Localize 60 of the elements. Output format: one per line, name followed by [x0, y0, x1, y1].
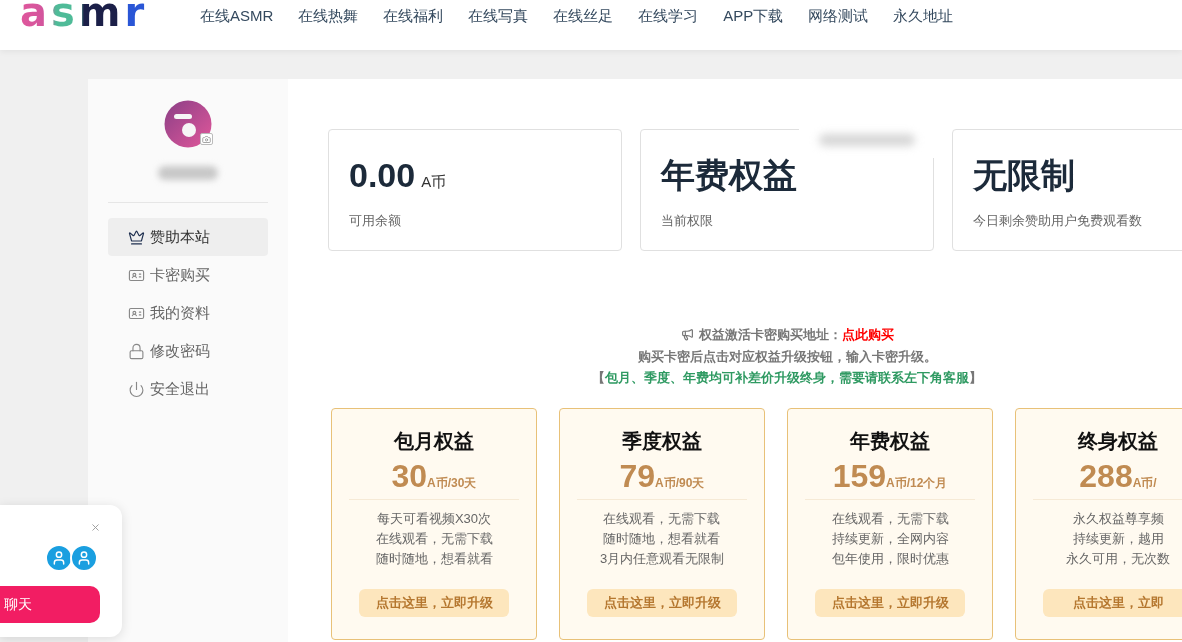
sidebar-menu-item[interactable]: 赞助本站 [108, 218, 268, 256]
plan-price: 79 [619, 456, 656, 495]
plan-unit: A币/12个月 [886, 475, 948, 492]
plan-feature: 永久权益尊享频 [1072, 509, 1164, 528]
stat-label: 可用余额 [349, 212, 402, 230]
plan-feature: 每天可看视频X30次 [376, 509, 492, 528]
sidebar-menu-item[interactable]: 安全退出 [108, 370, 268, 408]
plan-price: 288 [1079, 456, 1133, 495]
plan-feature: 3月内任意观看无限制 [599, 549, 725, 568]
crown-icon [128, 228, 145, 246]
plan-title: 年费权益 [850, 428, 930, 454]
notice-text: 【包月、季度、年费均可补差价升级终身，需要请联系左下角客服】 [592, 369, 982, 387]
plan-title: 包月权益 [394, 428, 474, 454]
sidebar-menu-item[interactable]: 修改密码 [108, 332, 268, 370]
plan-feature: 随时随地，想看就看 [603, 529, 721, 548]
plan-feature: 随时随地，想看就看 [375, 549, 493, 568]
stat-value: 无限制 [973, 155, 1075, 195]
sidebar-menu-item[interactable]: 卡密购买 [108, 256, 268, 294]
nav-link[interactable]: 在线热舞 [298, 7, 359, 25]
stat-label: 当前权限 [661, 212, 714, 230]
chat-button[interactable]: 聊天 [0, 586, 100, 623]
plan-price: 159 [832, 456, 886, 495]
plan-feature: 在线观看，无需下载 [603, 509, 721, 528]
plan-title: 终身权益 [1078, 428, 1158, 454]
nav-link[interactable]: 在线福利 [383, 7, 444, 25]
nav-link[interactable]: 在线丝足 [553, 7, 614, 25]
close-icon[interactable] [90, 522, 101, 533]
plan-feature: 包年使用，限时优惠 [831, 549, 949, 568]
stat-label: 今日剩余赞助用户免费观看数 [973, 212, 1143, 230]
nav-link[interactable]: 在线ASMR [200, 7, 274, 25]
stat-value: 0.00 [349, 155, 416, 195]
stat-value: 年费权益 [661, 155, 797, 195]
camera-icon[interactable] [200, 133, 213, 145]
user-avatar-icon [45, 544, 73, 572]
nav-link[interactable]: APP下载 [723, 7, 784, 25]
notice-text: 购买卡密后点击对应权益升级按钮，输入卡密升级。 [637, 347, 937, 366]
lock-icon [128, 342, 145, 360]
power-icon [128, 380, 145, 398]
megaphone-icon [680, 328, 694, 342]
plan-feature: 在线观看，无需下载 [375, 529, 493, 548]
plan-feature: 持续更新，全网内容 [831, 529, 949, 548]
nav-link[interactable]: 在线学习 [638, 7, 699, 25]
nav-link[interactable]: 在线写真 [468, 7, 529, 25]
plan-feature: 持续更新，越用 [1072, 529, 1164, 548]
stat-unit: A币 [421, 172, 447, 192]
plan-feature: 永久可用，无次数 [1066, 549, 1170, 568]
plan-feature: 在线观看，无需下载 [831, 509, 949, 528]
blurred-block [158, 166, 218, 180]
notice-text: 权益激活卡密购买地址：点此购买 [698, 326, 894, 344]
plan-title: 季度权益 [622, 428, 702, 454]
avatar-image [164, 100, 212, 148]
sidebar-menu-item[interactable]: 我的资料 [108, 294, 268, 332]
user-avatar-icon [70, 544, 98, 572]
plan-unit: A币/30天 [427, 475, 477, 492]
plan-unit: A币/ [1132, 475, 1157, 492]
nav-link[interactable]: 网络测试 [808, 7, 869, 25]
plan-unit: A币/90天 [655, 475, 705, 492]
nav-link[interactable]: 永久地址 [893, 7, 954, 25]
buy-link[interactable]: 点此购买 [841, 327, 894, 342]
plan-price: 30 [391, 456, 428, 495]
